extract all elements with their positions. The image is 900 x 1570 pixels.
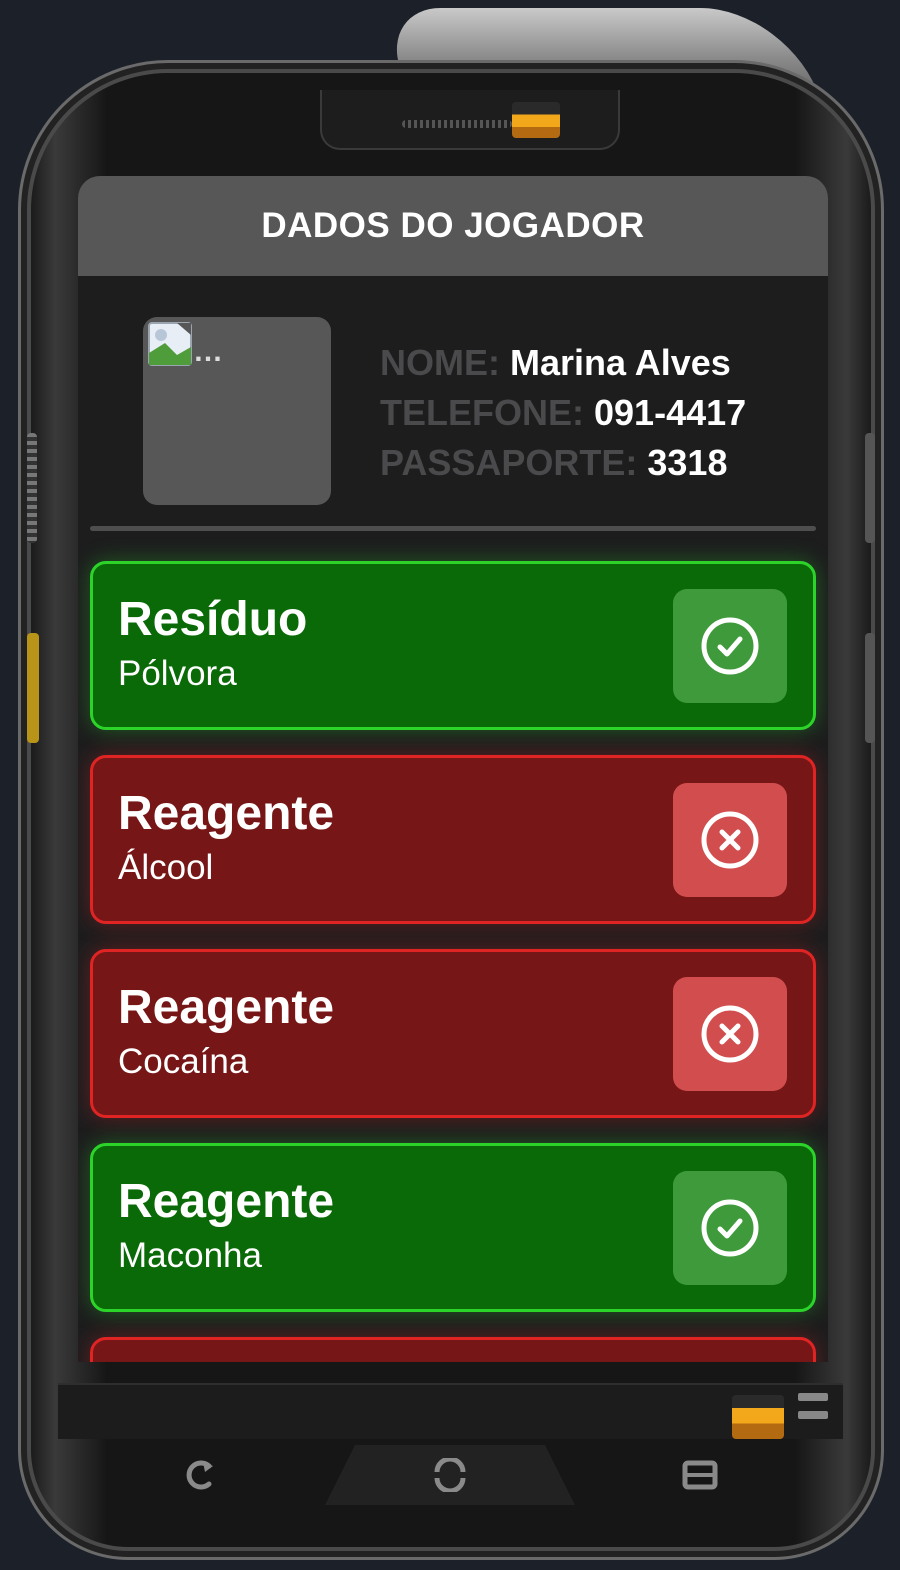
result-card: Reagente Álcool	[90, 755, 816, 924]
broken-image-icon	[148, 322, 192, 366]
test-results-list: Resíduo Pólvora Reagente Álcool Reagente…	[90, 561, 816, 1362]
side-button-right-lower[interactable]	[865, 633, 875, 743]
bottom-status-led	[732, 1395, 784, 1439]
device-screen: DADOS DO JOGADOR … NOME: Marina Alves TE…	[78, 176, 828, 1362]
home-button[interactable]	[325, 1445, 575, 1505]
phone-row: TELEFONE: 091-4417	[380, 388, 746, 438]
back-button[interactable]	[75, 1445, 325, 1505]
passport-label: PASSAPORTE:	[380, 442, 638, 483]
x-circle-icon	[701, 1005, 759, 1063]
recent-apps-button[interactable]	[575, 1445, 825, 1505]
player-photo: …	[143, 317, 331, 505]
earpiece-speaker	[402, 120, 512, 128]
bottom-bezel	[58, 1383, 843, 1439]
name-value: Marina Alves	[510, 342, 731, 383]
passport-value: 3318	[647, 442, 728, 483]
name-row: NOME: Marina Alves	[380, 338, 746, 388]
player-info: NOME: Marina Alves TELEFONE: 091-4417 PA…	[380, 338, 746, 488]
recent-apps-icon	[682, 1460, 718, 1490]
phone-value: 091-4417	[594, 392, 747, 433]
check-circle-icon	[701, 1199, 759, 1257]
side-button-right-upper[interactable]	[865, 433, 875, 543]
screen-header: DADOS DO JOGADOR	[78, 176, 828, 276]
result-status-button[interactable]	[673, 783, 787, 897]
phone-label: TELEFONE:	[380, 392, 584, 433]
result-card	[90, 1337, 816, 1362]
profile-divider	[90, 526, 816, 531]
passport-row: PASSAPORTE: 3318	[380, 438, 746, 488]
name-label: NOME:	[380, 342, 500, 383]
result-card: Reagente Cocaína	[90, 949, 816, 1118]
result-status-button[interactable]	[673, 589, 787, 703]
result-card: Resíduo Pólvora	[90, 561, 816, 730]
page-title: DADOS DO JOGADOR	[261, 206, 645, 245]
back-icon	[186, 1460, 213, 1490]
photo-alt-text: …	[193, 335, 223, 368]
side-button-yellow[interactable]	[27, 633, 39, 743]
result-status-button[interactable]	[673, 977, 787, 1091]
result-status-button[interactable]	[673, 1171, 787, 1285]
navigation-bar	[75, 1440, 825, 1510]
player-profile: … NOME: Marina Alves TELEFONE: 091-4417 …	[78, 276, 828, 531]
top-bezel	[320, 90, 620, 150]
status-led	[512, 102, 560, 138]
result-card: Reagente Maconha	[90, 1143, 816, 1312]
home-icon	[434, 1458, 466, 1492]
x-circle-icon	[701, 811, 759, 869]
sensor-array	[798, 1393, 828, 1429]
check-circle-icon	[701, 617, 759, 675]
side-grip-left	[27, 433, 37, 543]
